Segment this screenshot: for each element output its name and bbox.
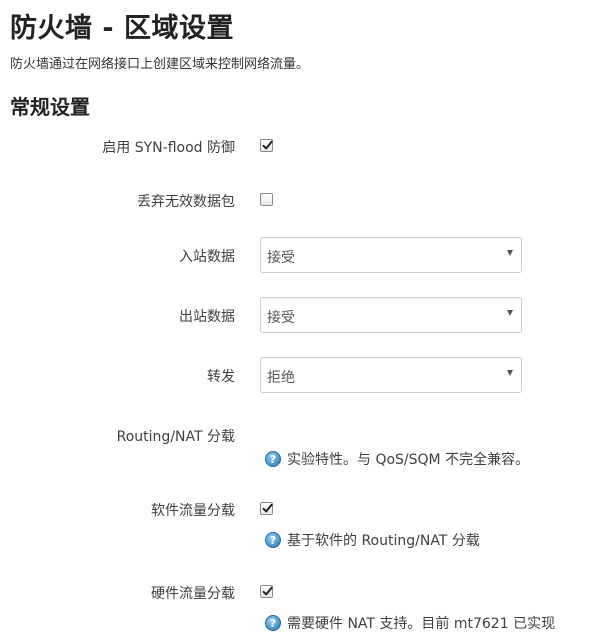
checkmark-icon [262, 503, 273, 513]
checkmark-icon [262, 586, 273, 596]
routing-nat-offload-label: Routing/NAT 分载 [116, 429, 235, 445]
forward-policy-select[interactable]: 拒绝 [260, 357, 522, 393]
chevron-down-icon [507, 310, 513, 316]
chevron-down-icon [507, 370, 513, 376]
help-question-icon: ? [265, 532, 281, 548]
syn-flood-label: 启用 SYN-flood 防御 [102, 140, 235, 156]
software-offload-help-text: 基于软件的 Routing/NAT 分载 [287, 533, 480, 549]
hardware-offload-checkbox[interactable] [260, 585, 273, 598]
routing-nat-offload-help: ? 实验特性。与 QoS/SQM 不完全兼容。 [265, 449, 529, 469]
page-title: 防火墙 - 区域设置 [10, 13, 235, 44]
input-policy-value: 接受 [267, 250, 295, 266]
software-offload-help: ? 基于软件的 Routing/NAT 分载 [265, 530, 480, 550]
output-policy-select[interactable]: 接受 [260, 297, 522, 333]
routing-nat-offload-help-text: 实验特性。与 QoS/SQM 不完全兼容。 [287, 452, 530, 468]
forward-policy-label: 转发 [207, 369, 235, 385]
software-offload-label: 软件流量分载 [151, 503, 235, 519]
drop-invalid-label: 丢弃无效数据包 [137, 194, 235, 210]
input-policy-label: 入站数据 [179, 249, 235, 265]
checkmark-icon [262, 140, 273, 150]
section-title-general: 常规设置 [10, 95, 90, 119]
software-offload-checkbox[interactable] [260, 502, 273, 515]
input-policy-select[interactable]: 接受 [260, 237, 522, 273]
hardware-offload-help-text: 需要硬件 NAT 支持。目前 mt7621 已实现 [287, 616, 556, 632]
help-question-icon: ? [265, 451, 281, 467]
hardware-offload-help: ? 需要硬件 NAT 支持。目前 mt7621 已实现 [265, 613, 555, 633]
forward-policy-value: 拒绝 [267, 370, 295, 386]
hardware-offload-label: 硬件流量分载 [151, 586, 235, 602]
output-policy-value: 接受 [267, 310, 295, 326]
help-question-icon: ? [265, 615, 281, 631]
chevron-down-icon [507, 250, 513, 256]
page-description: 防火墙通过在网络接口上创建区域来控制网络流量。 [10, 57, 310, 72]
output-policy-label: 出站数据 [179, 309, 235, 325]
drop-invalid-checkbox[interactable] [260, 193, 273, 206]
syn-flood-checkbox[interactable] [260, 139, 273, 152]
